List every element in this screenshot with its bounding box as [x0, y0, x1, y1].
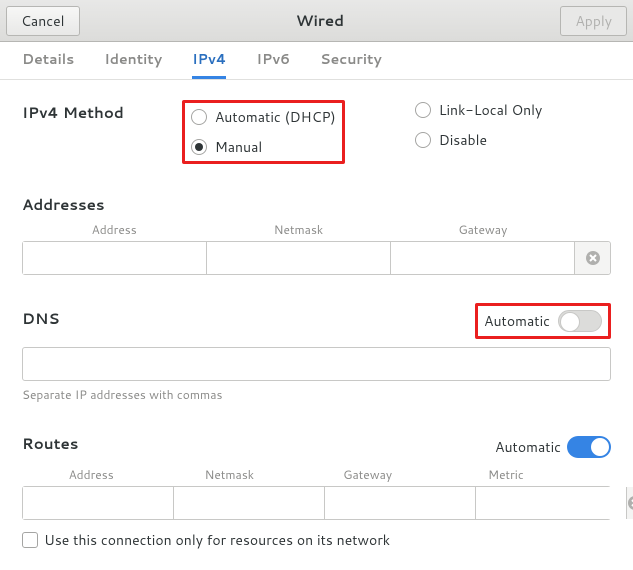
- routes-header-row: Address Netmask Gateway Metric: [22, 466, 611, 483]
- close-icon: [627, 495, 633, 511]
- cancel-button[interactable]: Cancel: [6, 6, 80, 36]
- tab-ipv4[interactable]: IPv4: [192, 42, 226, 79]
- method-highlight-box: Automatic (DHCP) Manual: [182, 100, 345, 164]
- tabs: Details Identity IPv4 IPv6 Security: [0, 42, 633, 80]
- route-row: [22, 486, 611, 520]
- dns-automatic-label: Automatic: [484, 311, 550, 331]
- window-title: Wired: [296, 10, 344, 31]
- address-input[interactable]: [23, 242, 207, 274]
- radio-label: Manual: [215, 137, 262, 157]
- col-metric: Metric: [437, 466, 575, 483]
- close-icon: [585, 250, 601, 266]
- dns-input[interactable]: [22, 347, 611, 381]
- route-gateway-input[interactable]: [325, 487, 476, 519]
- radio-manual[interactable]: Manual: [191, 137, 336, 157]
- address-row: [22, 241, 611, 275]
- radio-disable[interactable]: Disable: [415, 130, 543, 150]
- ipv4-method-options: Automatic (DHCP) Manual Link-Local Only …: [182, 100, 542, 164]
- tab-security[interactable]: Security: [320, 42, 382, 79]
- ipv4-method-label: IPv4 Method: [22, 100, 124, 123]
- radio-label: Link-Local Only: [439, 100, 543, 120]
- dns-hint: Separate IP addresses with commas: [22, 386, 611, 403]
- routes-heading: Routes: [22, 433, 78, 454]
- radio-dot-icon: [191, 139, 207, 155]
- route-netmask-input[interactable]: [174, 487, 325, 519]
- headerbar: Cancel Wired Apply: [0, 0, 633, 42]
- restrict-checkbox-row[interactable]: Use this connection only for resources o…: [22, 530, 611, 550]
- radio-label: Automatic (DHCP): [215, 107, 336, 127]
- routes-automatic-label: Automatic: [495, 437, 561, 457]
- remove-row-button[interactable]: [574, 242, 610, 274]
- radio-automatic-dhcp[interactable]: Automatic (DHCP): [191, 107, 336, 127]
- routes-section: Routes Automatic Address Netmask Gateway…: [22, 433, 611, 550]
- checkbox-icon: [22, 532, 38, 548]
- col-netmask: Netmask: [206, 221, 390, 238]
- radio-dot-icon: [415, 132, 431, 148]
- addresses-heading: Addresses: [22, 194, 611, 215]
- radio-dot-icon: [415, 102, 431, 118]
- radio-label: Disable: [439, 130, 487, 150]
- tab-details[interactable]: Details: [22, 42, 74, 79]
- apply-button[interactable]: Apply: [560, 6, 627, 36]
- settings-pane: IPv4 Method Automatic (DHCP) Manual Link…: [0, 80, 633, 570]
- col-gateway: Gateway: [299, 466, 437, 483]
- col-address: Address: [22, 466, 160, 483]
- dns-section: DNS Automatic Separate IP addresses with…: [22, 303, 611, 403]
- tab-identity[interactable]: Identity: [104, 42, 162, 79]
- addresses-header-row: Address Netmask Gateway: [22, 221, 611, 238]
- dns-heading: DNS: [22, 308, 475, 329]
- dns-highlight-box: Automatic: [475, 303, 611, 339]
- addresses-section: Addresses Address Netmask Gateway: [22, 194, 611, 275]
- netmask-input[interactable]: [207, 242, 391, 274]
- col-address: Address: [22, 221, 206, 238]
- gateway-input[interactable]: [391, 242, 574, 274]
- col-gateway: Gateway: [391, 221, 575, 238]
- routes-automatic-toggle[interactable]: [567, 436, 611, 458]
- ipv4-method-section: IPv4 Method Automatic (DHCP) Manual Link…: [22, 100, 611, 164]
- radio-dot-icon: [191, 109, 207, 125]
- radio-link-local[interactable]: Link-Local Only: [415, 100, 543, 120]
- dns-automatic-toggle[interactable]: [558, 310, 602, 332]
- route-address-input[interactable]: [23, 487, 174, 519]
- remove-route-button[interactable]: [626, 487, 633, 519]
- method-col-right: Link-Local Only Disable: [415, 100, 543, 164]
- tab-ipv6[interactable]: IPv6: [256, 42, 290, 79]
- restrict-label: Use this connection only for resources o…: [44, 530, 390, 550]
- route-metric-input[interactable]: [476, 487, 626, 519]
- col-netmask: Netmask: [160, 466, 298, 483]
